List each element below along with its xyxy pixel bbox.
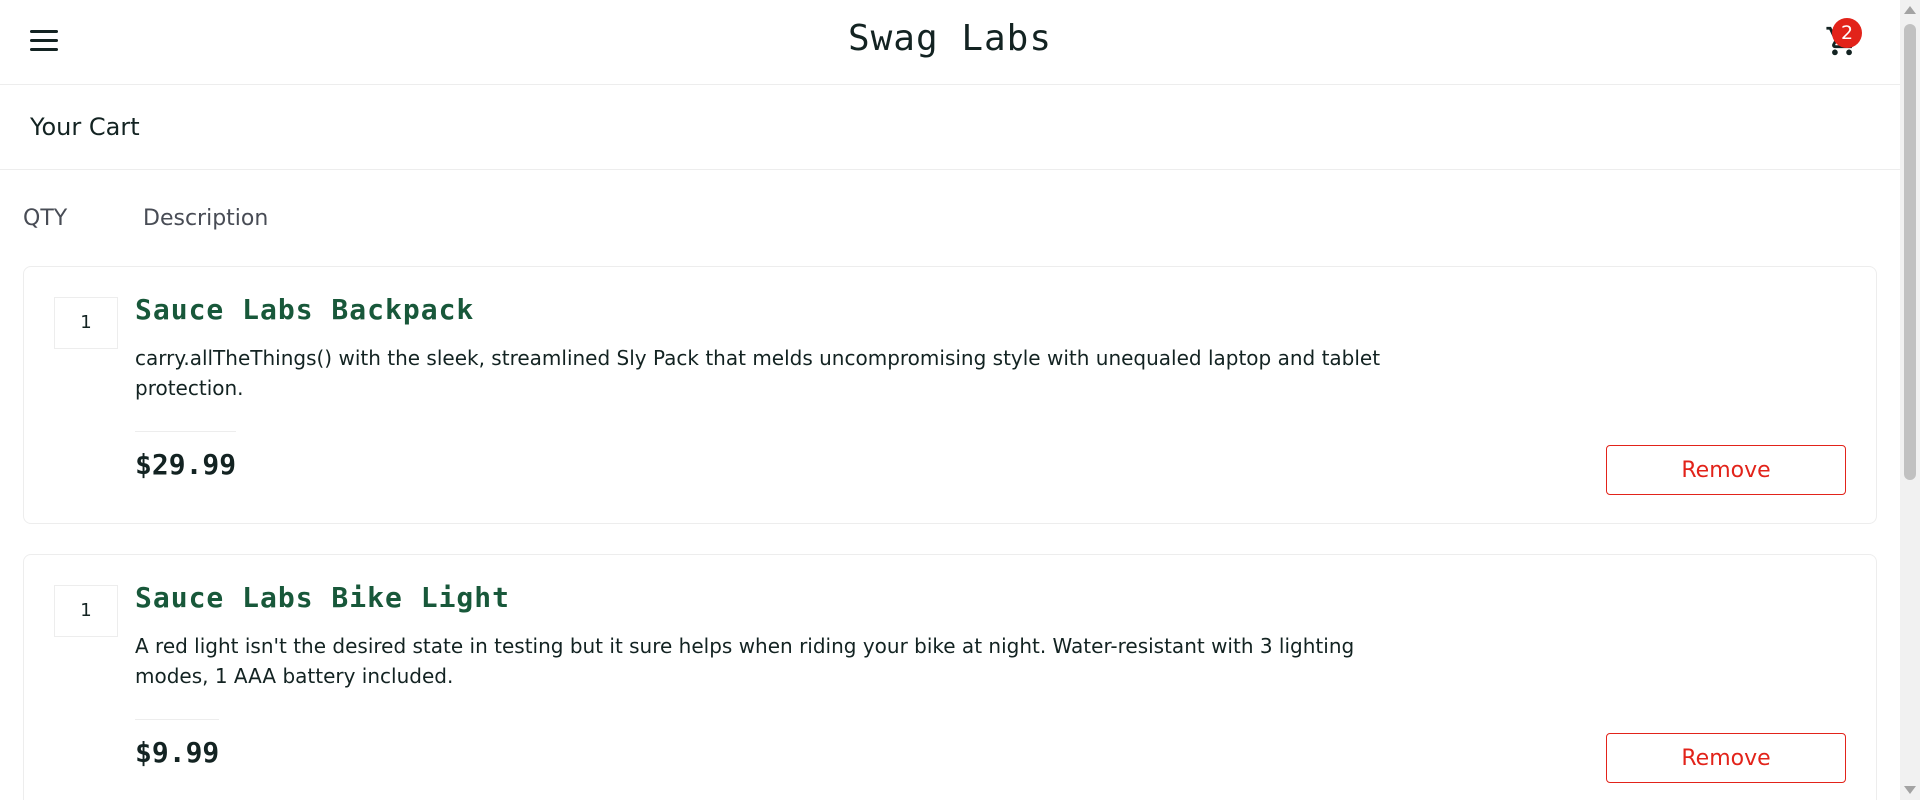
item-price: $29.99 xyxy=(135,448,237,481)
cart-column-labels: QTY Description xyxy=(23,170,1877,266)
qty-label: QTY xyxy=(23,205,68,231)
secondary-header: Your Cart xyxy=(0,85,1900,170)
item-name-link[interactable]: Sauce Labs Bike Light xyxy=(135,581,510,614)
shopping-cart-link[interactable]: 2 xyxy=(1814,18,1870,62)
cart-badge: 2 xyxy=(1832,18,1862,48)
item-name-link[interactable]: Sauce Labs Backpack xyxy=(135,293,474,326)
page: Swag Labs 2 Your Cart QTY Description 1 … xyxy=(0,0,1900,800)
cart-item: 1 Sauce Labs Bike Light A red light isn'… xyxy=(23,554,1877,800)
page-title: Your Cart xyxy=(30,113,140,141)
cart-quantity: 1 xyxy=(54,297,118,349)
scroll-down-arrow-icon[interactable] xyxy=(1904,786,1916,794)
app-logo: Swag Labs xyxy=(847,18,1053,59)
item-price: $9.99 xyxy=(135,736,220,769)
item-description: A red light isn't the desired state in t… xyxy=(135,634,1355,688)
vertical-scrollbar[interactable] xyxy=(1900,0,1920,800)
description-label: Description xyxy=(143,205,269,231)
item-pricebar: $29.99 xyxy=(135,431,237,481)
cart-item: 1 Sauce Labs Backpack carry.allTheThings… xyxy=(23,266,1877,524)
primary-header: Swag Labs 2 xyxy=(0,0,1900,85)
scroll-up-arrow-icon[interactable] xyxy=(1904,6,1916,14)
cart-list: QTY Description 1 Sauce Labs Backpack ca… xyxy=(0,170,1900,800)
item-description: carry.allTheThings() with the sleek, str… xyxy=(135,346,1381,400)
item-pricebar: $9.99 xyxy=(135,719,220,769)
remove-button[interactable]: Remove xyxy=(1606,445,1846,495)
scroll-thumb[interactable] xyxy=(1904,24,1916,480)
remove-button[interactable]: Remove xyxy=(1606,733,1846,783)
cart-quantity: 1 xyxy=(54,585,118,637)
